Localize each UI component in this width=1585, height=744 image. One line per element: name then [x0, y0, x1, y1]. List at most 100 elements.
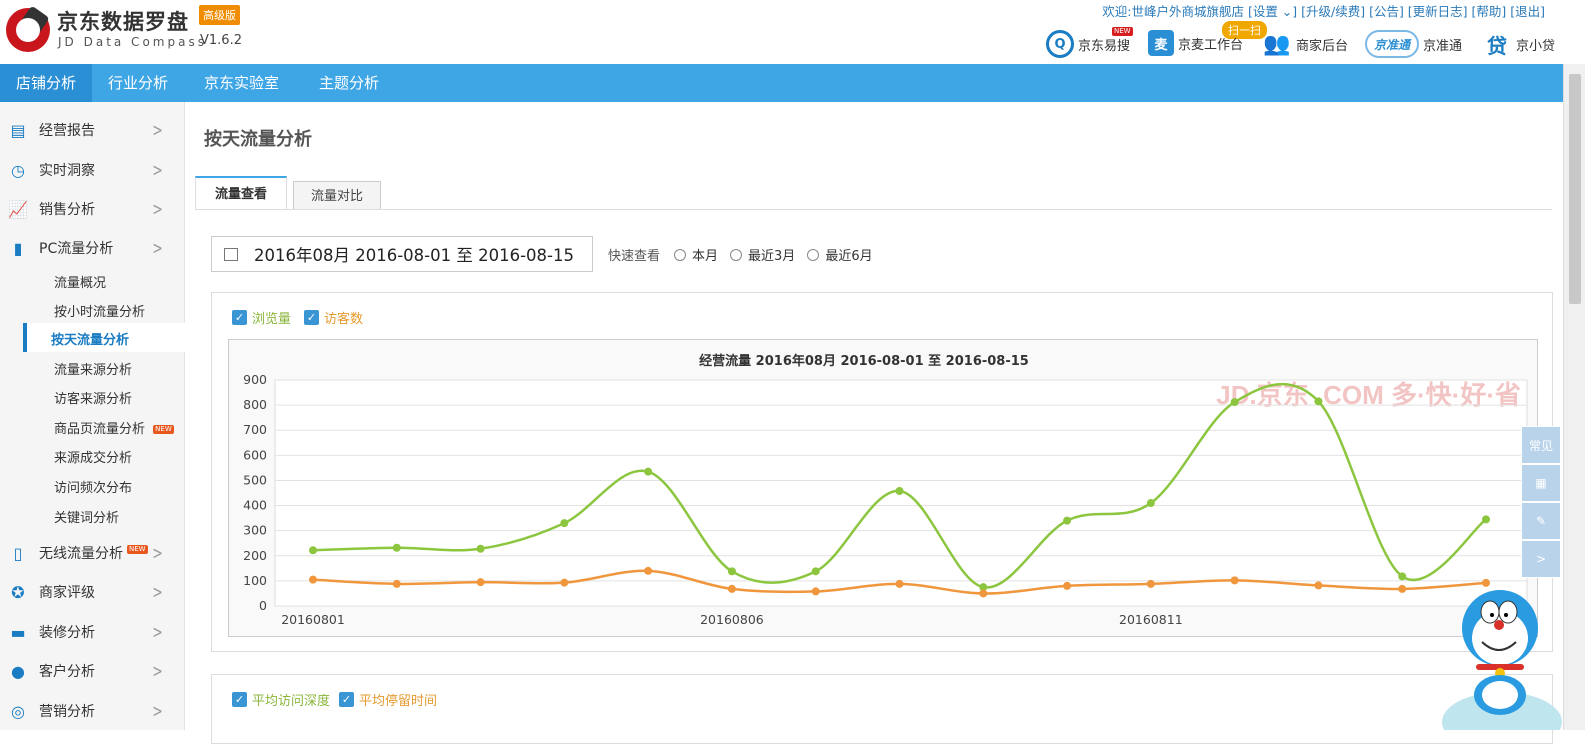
sidebar-sub-visit-frequency[interactable]: 访问频次分布	[54, 477, 132, 496]
legend-pageviews[interactable]: ✓ 浏览量	[232, 308, 291, 327]
radio-label: 本月	[692, 249, 719, 264]
sidebar-item-customer[interactable]: ● 客户分析 >	[0, 651, 185, 691]
sidebar-item-marketing[interactable]: ◎ 营销分析 >	[0, 691, 185, 731]
sidebar-item-sales[interactable]: 📈 销售分析 >	[0, 189, 185, 229]
tab-traffic-view[interactable]: 流量查看	[195, 176, 287, 210]
chevron-right-icon: >	[152, 198, 163, 220]
sidebar-item-realtime[interactable]: ◷ 实时洞察 >	[0, 150, 185, 190]
sidebar-sub-product-page-traffic[interactable]: 商品页流量分析 NEW	[54, 418, 174, 437]
sidebar-item-label: 经营报告	[39, 123, 95, 139]
quick-link-label: 京麦工作台	[1178, 37, 1244, 53]
sidebar-sub-daily-traffic[interactable]: 按天流量分析	[23, 323, 185, 352]
data-point	[309, 575, 317, 584]
y-tick-label: 300	[243, 523, 267, 538]
sidebar-item-decoration[interactable]: ▬ 装修分析 >	[0, 612, 185, 652]
quick-view-label: 快速查看	[608, 249, 661, 264]
scrollbar-thumb[interactable]	[1569, 74, 1581, 304]
legend-avg-depth[interactable]: ✓ 平均访问深度	[232, 690, 330, 709]
radio-last-3-months[interactable]: 最近3月	[730, 245, 795, 264]
chevron-right-icon[interactable]: >	[1521, 540, 1561, 578]
tab-traffic-compare[interactable]: 流量对比	[293, 181, 381, 210]
data-point	[811, 587, 820, 596]
quick-link-jd-search[interactable]: Q 京东易搜 NEW	[1046, 27, 1133, 58]
main-content: 按天流量分析 流量查看 流量对比 2016年08月 2016-08-01 至 2…	[186, 102, 1563, 744]
app-version: V1.6.2	[200, 33, 242, 48]
faq-button[interactable]: 常见	[1521, 426, 1561, 464]
quick-link-label: 商家后台	[1296, 38, 1349, 54]
data-point	[392, 579, 401, 588]
data-point	[727, 584, 736, 593]
sidebar-item-pc-traffic[interactable]: ▮ PC流量分析 >	[0, 228, 185, 268]
y-tick-label: 800	[243, 397, 267, 412]
legend-visitors[interactable]: ✓ 访客数	[304, 308, 363, 327]
sidebar-item-label: 客户分析	[39, 664, 95, 680]
chevron-right-icon: >	[152, 542, 163, 564]
sidebar-item-mobile-traffic[interactable]: ▯ 无线流量分析 NEW >	[0, 533, 185, 573]
welcome-links[interactable]: 欢迎:世峰户外商城旗舰店 [设置 ⌄] [升级/续费] [公告] [更新日志] …	[1102, 1, 1545, 20]
y-tick-label: 200	[243, 548, 267, 563]
x-tick-label: 20160811	[1119, 612, 1183, 627]
sidebar-item-business-report[interactable]: ▤ 经营报告 >	[0, 110, 185, 150]
radio-last-6-months[interactable]: 最近6月	[807, 245, 873, 264]
quick-link-jingmai[interactable]: 麦 京麦工作台	[1148, 30, 1243, 56]
sidebar-sub-traffic-overview[interactable]: 流量概况	[54, 272, 106, 291]
y-tick-label: 400	[243, 498, 267, 513]
data-point	[1063, 581, 1072, 590]
sidebar: ▤ 经营报告 > ◷ 实时洞察 > 📈 销售分析 > ▮ PC流量分析 > 流量…	[0, 102, 185, 730]
search-q-icon: Q	[1046, 30, 1074, 58]
jingmai-icon: 麦	[1148, 30, 1174, 56]
user-icon: ●	[11, 661, 25, 681]
data-point	[309, 546, 317, 555]
jingzhuntong-logo-icon: 京准通	[1365, 30, 1419, 58]
sidebar-item-label: 无线流量分析	[39, 546, 123, 562]
data-point	[644, 566, 653, 575]
radio-label: 最近6月	[825, 249, 873, 264]
sidebar-sub-source-conversion[interactable]: 来源成交分析	[54, 447, 132, 466]
quick-link-jd-loan[interactable]: 贷 京小贷	[1482, 30, 1555, 58]
data-point	[476, 544, 485, 553]
edit-feedback-icon[interactable]: ✎	[1521, 502, 1561, 540]
vertical-scrollbar[interactable]	[1563, 64, 1585, 730]
clipboard-icon: ▤	[10, 120, 26, 140]
quick-view: 快速查看 本月 最近3月 最近6月	[608, 245, 873, 264]
nav-topic-analysis[interactable]: 主题分析	[299, 64, 399, 102]
sidebar-item-label: 销售分析	[39, 202, 95, 218]
sidebar-item-merchant-rating[interactable]: ✪ 商家评级 >	[0, 572, 185, 612]
traffic-chart-panel: ✓ 浏览量 ✓ 访客数 经营流量 2016年08月 2016-08-01 至 2…	[211, 292, 1553, 652]
sidebar-sub-label: 按天流量分析	[51, 333, 130, 348]
sidebar-sub-traffic-source[interactable]: 流量来源分析	[54, 359, 132, 378]
legend-avg-stay-time[interactable]: ✓ 平均停留时间	[339, 690, 437, 709]
app-subtitle: JD Data Compass	[58, 35, 207, 49]
checkbox-checked-icon: ✓	[232, 310, 247, 325]
nav-industry-analysis[interactable]: 行业分析	[92, 64, 184, 102]
quick-link-jingzhuntong[interactable]: 京准通 京准通	[1365, 30, 1462, 58]
legend-label: 平均访问深度	[252, 694, 331, 709]
quick-link-label: 京小贷	[1516, 38, 1556, 54]
sidebar-sub-keyword[interactable]: 关键词分析	[54, 507, 119, 526]
checkbox-checked-icon: ✓	[339, 692, 354, 707]
y-tick-label: 0	[259, 598, 267, 613]
date-range-picker[interactable]: 2016年08月 2016-08-01 至 2016-08-15	[211, 236, 593, 272]
quick-link-label: 京东易搜	[1078, 38, 1131, 54]
floating-toolbar: 常见 ▦ ✎ >	[1521, 426, 1561, 578]
sidebar-item-label: 商家评级	[39, 585, 95, 601]
nav-store-analysis[interactable]: 店铺分析	[0, 64, 93, 102]
y-tick-label: 100	[243, 573, 267, 588]
calendar-icon	[224, 247, 238, 261]
quick-link-label: 京准通	[1423, 38, 1463, 54]
data-point	[1146, 499, 1155, 508]
sidebar-sub-label: 商品页流量分析	[54, 422, 146, 437]
sidebar-sub-visitor-source[interactable]: 访客来源分析	[54, 388, 132, 407]
quick-link-merchant-backend[interactable]: 👥 商家后台	[1262, 30, 1348, 58]
jd-compass-logo-icon	[6, 5, 50, 52]
traffic-line-chart: 经营流量 2016年08月 2016-08-01 至 2016-08-15 JD…	[228, 339, 1538, 637]
sidebar-sub-hourly-traffic[interactable]: 按小时流量分析	[54, 301, 145, 320]
data-point	[1314, 581, 1323, 590]
data-point	[1063, 516, 1072, 525]
app-title: 京东数据罗盘	[57, 10, 189, 34]
legend-label: 浏览量	[252, 312, 292, 327]
data-point	[979, 589, 988, 598]
radio-this-month[interactable]: 本月	[674, 245, 718, 264]
nav-jd-lab[interactable]: 京东实验室	[184, 64, 299, 102]
qr-code-icon[interactable]: ▦	[1521, 464, 1561, 502]
